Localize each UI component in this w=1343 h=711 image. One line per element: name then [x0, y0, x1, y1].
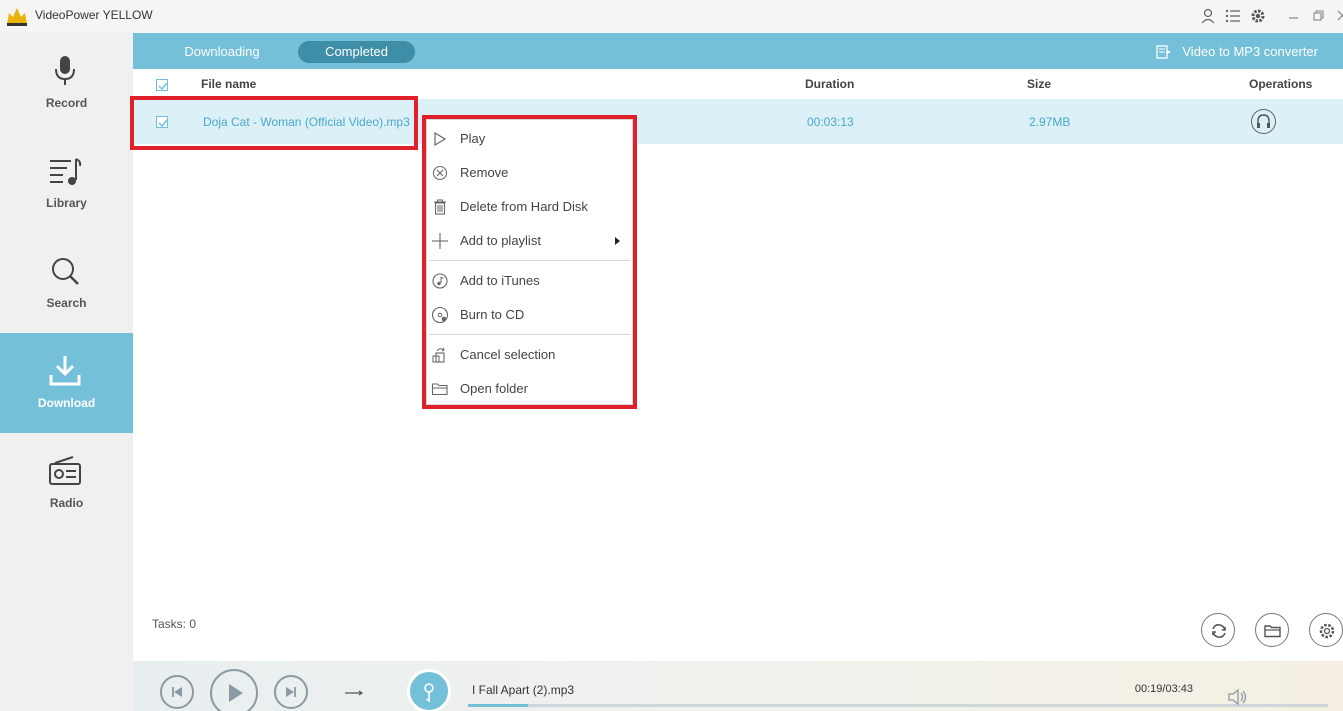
download-icon: [49, 356, 81, 386]
tab-bar: Downloading Completed Video to MP3 conve…: [133, 33, 1343, 69]
converter-icon: [1156, 45, 1172, 59]
playback-mode-icon[interactable]: [344, 688, 364, 698]
folder-icon: [1264, 625, 1281, 638]
sidebar-item-radio[interactable]: Radio: [0, 433, 133, 533]
previous-button[interactable]: [160, 675, 194, 709]
progress-fill: [468, 704, 529, 707]
next-button[interactable]: [274, 675, 308, 709]
restore-icon[interactable]: [1310, 7, 1328, 25]
play-button[interactable]: [210, 669, 258, 711]
radio-icon: [49, 456, 81, 485]
sidebar-item-library[interactable]: Library: [0, 133, 133, 233]
app-window: VideoPower YELLOW Record Library Search …: [0, 0, 1343, 711]
user-icon[interactable]: [1199, 7, 1217, 25]
filename-highlight: [130, 96, 418, 150]
refresh-button[interactable]: [1201, 613, 1235, 647]
player-bar: I Fall Apart (2).mp3 00:19/03:43: [133, 661, 1343, 711]
listen-button[interactable]: [1251, 109, 1276, 134]
settings-icon[interactable]: [1249, 7, 1267, 25]
track-name: I Fall Apart (2).mp3: [472, 683, 575, 697]
column-header-file-name[interactable]: File name: [201, 77, 256, 91]
sidebar-item-search[interactable]: Search: [0, 233, 133, 333]
search-icon: [52, 258, 79, 285]
column-header-duration[interactable]: Duration: [805, 77, 854, 91]
column-header-size[interactable]: Size: [1027, 77, 1051, 91]
sidebar-item-label: Search: [46, 296, 87, 310]
headphones-icon: [1257, 114, 1270, 128]
open-folder-button[interactable]: [1255, 613, 1289, 647]
volume-icon[interactable]: [1227, 687, 1249, 707]
sidebar-item-label: Library: [46, 196, 87, 210]
list-icon[interactable]: [1224, 7, 1242, 25]
microphone-icon: [55, 56, 75, 85]
tab-completed[interactable]: Completed: [298, 41, 415, 63]
music-list-icon: [50, 158, 82, 185]
close-icon[interactable]: [1334, 7, 1343, 25]
tasks-counter: Tasks: 0: [152, 617, 197, 631]
previous-icon: [172, 687, 182, 697]
sidebar-item-download[interactable]: Download: [0, 333, 133, 433]
sidebar-item-record[interactable]: Record: [0, 33, 133, 133]
album-art: [407, 669, 451, 711]
app-title: VideoPower YELLOW: [35, 8, 153, 22]
check-icon: [158, 82, 168, 91]
minimize-icon[interactable]: [1285, 7, 1303, 25]
video-to-mp3-converter-button[interactable]: Video to MP3 converter: [1156, 41, 1318, 63]
select-all-checkbox[interactable]: [156, 79, 168, 91]
title-bar: VideoPower YELLOW: [0, 0, 1343, 33]
sidebar: Record Library Search Download Radio: [0, 33, 133, 711]
refresh-icon: [1212, 624, 1226, 638]
size-cell: 2.97MB: [1029, 115, 1071, 129]
music-note-icon: [424, 683, 434, 702]
tab-downloading[interactable]: Downloading: [173, 41, 271, 63]
download-settings-button[interactable]: [1309, 613, 1343, 647]
duration-cell: 00:03:13: [807, 115, 854, 129]
gear-icon: [1319, 623, 1335, 639]
progress-bar[interactable]: [468, 704, 1328, 707]
sidebar-item-label: Download: [37, 396, 96, 410]
sidebar-item-label: Radio: [49, 496, 84, 510]
table-header: File name Duration Size Operations: [133, 69, 1343, 99]
track-time: 00:19/03:43: [1134, 683, 1193, 695]
converter-label: Video to MP3 converter: [1182, 44, 1318, 59]
column-header-operations: Operations: [1249, 77, 1313, 91]
next-icon: [286, 687, 296, 697]
sidebar-item-label: Record: [45, 96, 88, 110]
app-logo-icon: [7, 8, 27, 26]
play-icon: [229, 684, 243, 702]
context-menu-highlight: [422, 115, 637, 409]
